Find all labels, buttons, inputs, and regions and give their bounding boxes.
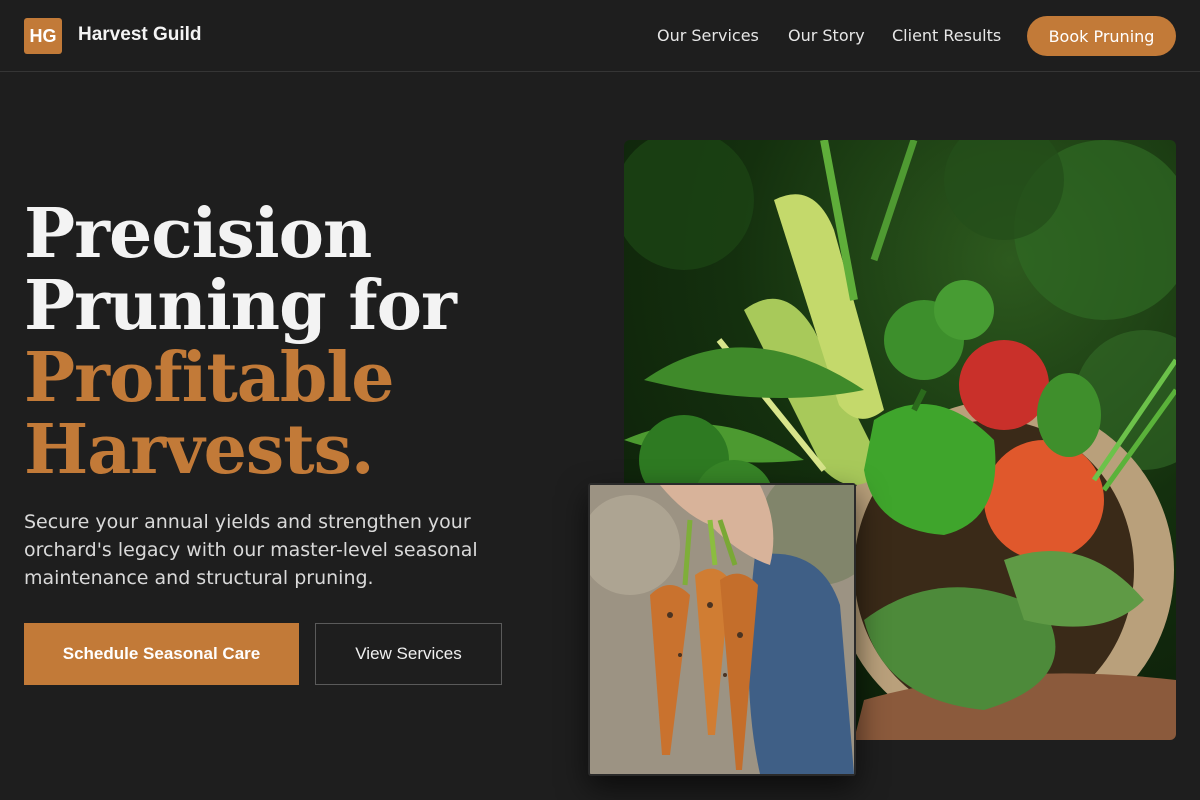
site-header: HG Harvest Guild Our Services Our Story … [0, 0, 1200, 72]
view-services-button[interactable]: View Services [315, 623, 502, 685]
headline-line-3: Profitable [24, 338, 395, 418]
headline-line-1: Precision [24, 194, 372, 274]
nav-link-results[interactable]: Client Results [892, 26, 1001, 45]
nav-link-services[interactable]: Our Services [657, 26, 759, 45]
brand-name[interactable]: Harvest Guild [78, 24, 202, 46]
hero-headline: Precision Pruning for Profitable Harvest… [24, 198, 584, 486]
hero-subtext: Secure your annual yields and strengthen… [24, 511, 478, 589]
headline-line-2: Pruning for [24, 266, 457, 346]
headline-line-4: Harvests. [24, 410, 375, 490]
carrots-image [588, 483, 856, 776]
logo-mark[interactable]: HG [24, 18, 62, 54]
nav-link-story[interactable]: Our Story [788, 26, 865, 45]
book-pruning-button[interactable]: Book Pruning [1027, 16, 1176, 56]
schedule-seasonal-care-button[interactable]: Schedule Seasonal Care [24, 623, 299, 685]
